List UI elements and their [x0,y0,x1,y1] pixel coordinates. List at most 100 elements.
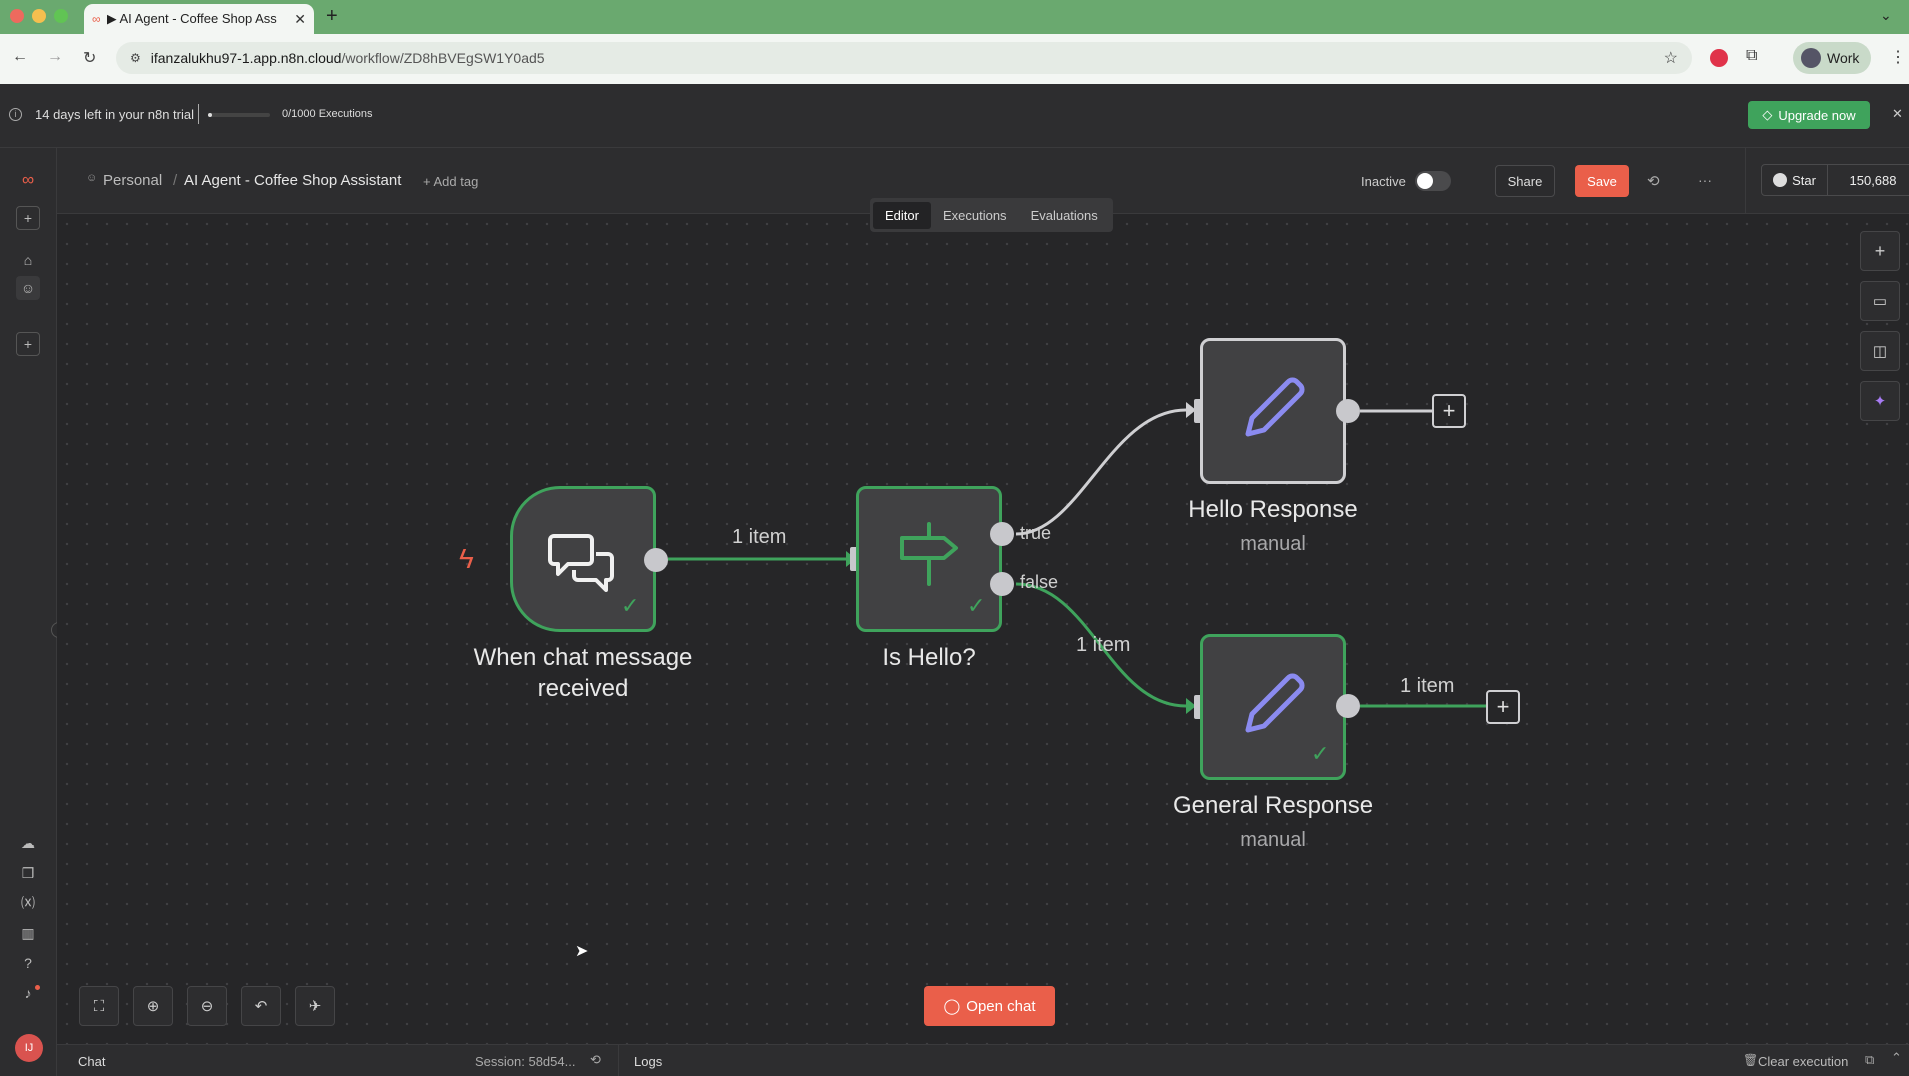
node-label-trigger: When chat message received [440,642,726,704]
extensions-puzzle-icon[interactable]: ⧉ [1746,47,1757,65]
general-output-handle[interactable] [1336,694,1360,718]
more-options-icon[interactable]: ··· [1698,172,1712,188]
url-host: ifanzalukhu97-1.app.n8n.cloud [150,50,342,66]
clear-execution-button[interactable]: Clear execution [1758,1054,1848,1069]
upgrade-button[interactable]: ◇ Upgrade now [1748,101,1870,129]
bottom-panel: Chat Session: 58d54... ⟲ Logs 🗑 Clear ex… [57,1044,1909,1076]
node-label-trigger-line2: received [537,675,629,702]
personal-user-icon[interactable]: ☺ [16,276,40,300]
history-icon[interactable]: ⟲ [1647,172,1660,190]
undo-icon[interactable]: ↶ [241,986,281,1026]
github-star-button[interactable]: Star 150,688 [1761,164,1909,196]
collapse-chevron-icon[interactable]: ⌃ [1891,1050,1902,1066]
tab-list-chevron-icon[interactable]: ⌄ [1880,7,1892,24]
help-icon[interactable]: ? [16,951,40,975]
hello-add-node-plus-icon[interactable]: + [1432,394,1466,428]
node-chat-trigger[interactable]: ✓ [510,486,656,632]
star-count: 150,688 [1849,172,1897,188]
breadcrumb-separator: / [173,172,178,189]
bookmark-star-icon[interactable]: ☆ [1664,48,1678,68]
browser-menu-icon[interactable]: ⋮ [1890,47,1906,67]
logs-panel-label[interactable]: Logs [634,1054,662,1069]
minimize-window-button[interactable] [32,9,46,23]
mouse-cursor-icon: ➤ [575,943,589,960]
tab-evaluations[interactable]: Evaluations [1019,202,1110,229]
share-button[interactable]: Share [1495,165,1555,197]
sticky-note-icon[interactable]: ▭ [1860,281,1900,321]
n8n-favicon-icon: ∞ [92,12,101,26]
general-add-node-plus-icon[interactable]: + [1486,690,1520,724]
node-hello-response[interactable] [1200,338,1346,484]
divider [618,1045,619,1076]
info-icon: i [9,108,22,121]
trigger-output-handle[interactable] [644,548,668,572]
create-plus-icon[interactable]: + [16,206,40,230]
activation-toggle[interactable] [1415,171,1451,191]
add-tag-link[interactable]: + Add tag [423,174,478,189]
avatar-icon [1801,48,1821,68]
side-panel-icon[interactable]: ◫ [1860,331,1900,371]
variables-icon[interactable]: ⒳ [16,891,40,915]
node-label-trigger-line1: When chat message [473,644,693,671]
node-label-is-hello: Is Hello? [882,644,976,671]
browser-toolbar: ← → ↻ ⚙ ifanzalukhu97-1.app.n8n.cloud/wo… [0,34,1909,84]
add-project-plus-icon[interactable]: + [16,332,40,356]
close-banner-icon[interactable]: ✕ [1892,106,1903,122]
reload-icon[interactable]: ↻ [83,48,96,68]
breadcrumb-project[interactable]: Personal [103,172,162,189]
home-icon[interactable]: ⌂ [16,248,40,272]
if-true-handle[interactable] [990,522,1014,546]
executions-progress-fill [208,113,212,117]
browser-tab[interactable]: ∞ ▶ AI Agent - Coffee Shop Ass ✕ [84,4,314,34]
trash-icon: 🗑 [1743,1053,1759,1067]
trial-days-text: 14 days left in your n8n trial [35,107,194,122]
url-path: /workflow/ZD8hBVEgSW1Y0ad5 [341,50,545,66]
back-arrow-icon[interactable]: ← [12,48,28,66]
close-tab-icon[interactable]: ✕ [294,11,306,28]
add-node-plus-icon[interactable]: + [1860,231,1900,271]
success-check-icon: ✓ [621,593,640,618]
edge-label-trigger-to-if: 1 item [732,526,787,548]
close-window-button[interactable] [10,9,24,23]
address-bar[interactable]: ⚙ ifanzalukhu97-1.app.n8n.cloud/workflow… [116,42,1692,74]
tab-executions[interactable]: Executions [931,202,1019,229]
fit-view-icon[interactable]: ⛶ [79,986,119,1026]
n8n-logo-icon[interactable]: ∞ [16,168,40,192]
trial-banner: i 14 days left in your n8n trial 0/1000 … [0,84,1909,148]
node-is-hello[interactable]: ✓ [856,486,1002,632]
maximize-window-button[interactable] [54,9,68,23]
new-tab-icon[interactable]: + [326,5,338,28]
tidy-up-icon[interactable]: ✈ [295,986,335,1026]
session-label: Session: 58d54... [475,1054,576,1069]
reset-session-icon[interactable]: ⟲ [590,1052,601,1068]
site-info-icon[interactable]: ⚙ [130,51,141,65]
github-icon [1773,173,1788,187]
popout-icon[interactable]: ⧉ [1865,1052,1874,1068]
templates-box-icon[interactable]: ❒ [16,861,40,885]
executions-progress-bar [208,113,270,117]
forward-arrow-icon[interactable]: → [47,48,63,66]
save-button[interactable]: Save [1575,165,1629,197]
profile-button[interactable]: Work [1793,42,1871,74]
chat-panel-label[interactable]: Chat [78,1054,105,1069]
open-chat-button[interactable]: ◯ Open chat [924,986,1055,1026]
divider [198,104,199,124]
activation-status-label: Inactive [1361,174,1406,189]
mode-tabs: Editor Executions Evaluations [870,198,1113,232]
workflow-name[interactable]: AI Agent - Coffee Shop Assistant [184,172,401,189]
if-false-handle[interactable] [990,572,1014,596]
ai-sparkle-icon[interactable]: ✦ [1860,381,1900,421]
trigger-bolt-icon: ϟ [459,543,474,574]
insights-chart-icon[interactable]: ▥ [16,921,40,945]
node-general-response[interactable]: ✓ [1200,634,1346,780]
tab-editor[interactable]: Editor [873,201,931,229]
extension-red-icon[interactable] [1710,49,1728,67]
hello-output-handle[interactable] [1336,399,1360,423]
cloud-icon[interactable]: ☁ [16,831,40,855]
edge-label-false-count: 1 item [1076,634,1131,656]
browser-tab-bar: ∞ ▶ AI Agent - Coffee Shop Ass ✕ + ⌄ [0,0,1909,34]
user-avatar[interactable]: IJ [15,1034,43,1062]
save-label: Save [1587,173,1617,189]
zoom-out-icon[interactable]: ⊖ [187,986,227,1026]
zoom-in-icon[interactable]: ⊕ [133,986,173,1026]
